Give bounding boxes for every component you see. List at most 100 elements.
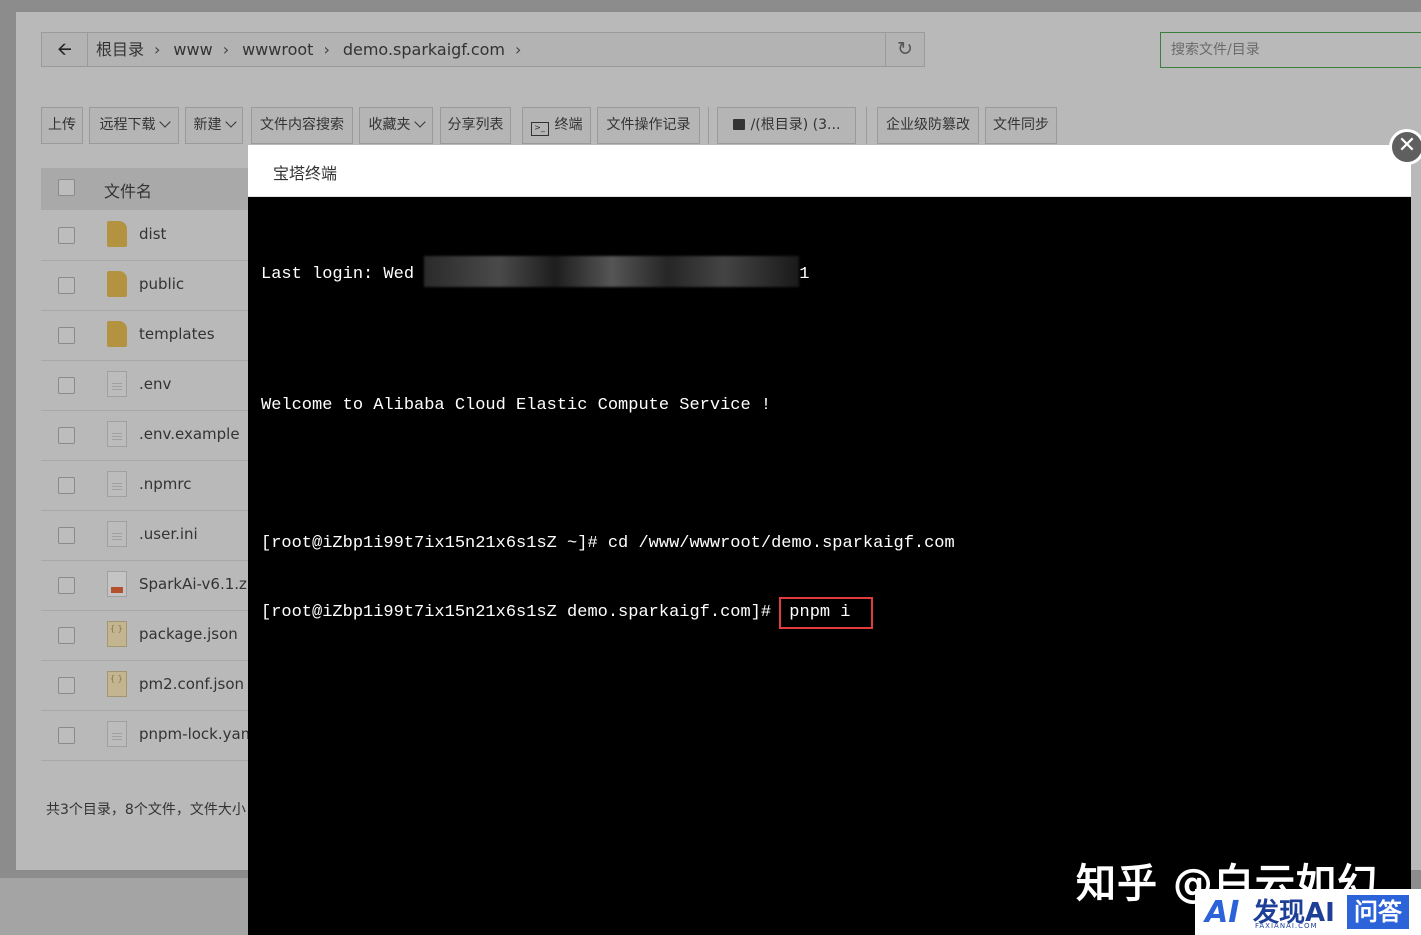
chevron-right-icon: ›	[515, 40, 522, 59]
refresh-button[interactable]: ↻	[885, 33, 924, 66]
row-checkbox[interactable]	[58, 677, 75, 694]
table-row[interactable]: pm2.conf.json	[41, 661, 248, 711]
search-input[interactable]: 搜索文件/目录	[1160, 32, 1421, 68]
terminal-line-login: Last login: Wed 1	[261, 256, 955, 287]
column-header-name[interactable]: 文件名	[104, 178, 152, 202]
table-row[interactable]: public	[41, 261, 248, 311]
login-suffix: 1	[799, 265, 810, 284]
folder-icon	[107, 221, 127, 247]
disk-icon	[732, 119, 745, 130]
highlighted-command: pnpm i	[779, 597, 873, 629]
content-search-button[interactable]: 文件内容搜索	[251, 107, 353, 144]
remote-download-button[interactable]: 远程下载	[89, 107, 179, 144]
row-checkbox[interactable]	[58, 477, 75, 494]
new-button[interactable]: 新建	[185, 107, 243, 144]
chevron-right-icon: ›	[154, 40, 161, 59]
remote-download-label: 远程下载	[99, 117, 156, 133]
row-checkbox[interactable]	[58, 377, 75, 394]
row-checkbox[interactable]	[58, 427, 75, 444]
chevron-down-icon	[224, 116, 237, 128]
file-icon	[107, 521, 127, 547]
file-name[interactable]: .env	[139, 375, 171, 393]
row-checkbox[interactable]	[58, 527, 75, 544]
content-search-label: 文件内容搜索	[260, 117, 344, 133]
badge-subtitle: FAXIANAI.COM	[1255, 922, 1318, 930]
terminal-prompt: [root@iZbp1i99t7ix15n21x6s1sZ demo.spark…	[261, 603, 782, 622]
table-row[interactable]: .env.example	[41, 411, 248, 461]
row-checkbox[interactable]	[58, 727, 75, 744]
directory-summary: 共3个目录，8个文件，文件大小	[46, 802, 246, 818]
table-row[interactable]: .npmrc	[41, 461, 248, 511]
file-sync-button[interactable]: 文件同步	[985, 107, 1057, 144]
tamper-proof-label: 企业级防篡改	[886, 117, 970, 133]
file-sync-label: 文件同步	[993, 117, 1049, 133]
file-name[interactable]: public	[139, 275, 184, 293]
file-name[interactable]: .user.ini	[139, 525, 198, 543]
upload-label: 上传	[48, 117, 76, 133]
file-name[interactable]: SparkAi-v6.1.zip	[139, 575, 261, 593]
arrow-left-icon: 🡨	[57, 39, 72, 60]
toolbar-divider	[866, 107, 867, 144]
breadcrumb-site[interactable]: demo.sparkaigf.com	[343, 33, 505, 66]
toolbar-divider	[708, 107, 709, 144]
select-all-checkbox[interactable]	[58, 179, 75, 196]
row-checkbox[interactable]	[58, 327, 75, 344]
row-checkbox[interactable]	[58, 277, 75, 294]
file-icon	[107, 421, 127, 447]
table-row[interactable]: .env	[41, 361, 248, 411]
ai-logo-icon: AI	[1205, 895, 1240, 930]
badge-ask: 问答	[1347, 895, 1409, 929]
table-row[interactable]: package.json	[41, 611, 248, 661]
upload-button[interactable]: 上传	[41, 107, 83, 144]
tamper-proof-button[interactable]: 企业级防篡改	[877, 107, 979, 144]
terminal-output[interactable]: Last login: Wed 1 Welcome to Alibaba Clo…	[261, 210, 955, 670]
row-checkbox[interactable]	[58, 577, 75, 594]
file-name[interactable]: .env.example	[139, 425, 240, 443]
breadcrumb-www[interactable]: www	[173, 33, 212, 66]
share-list-button[interactable]: 分享列表	[440, 107, 511, 144]
file-name[interactable]: pm2.conf.json	[139, 675, 244, 693]
chevron-right-icon: ›	[222, 40, 230, 59]
table-row[interactable]: pnpm-lock.yaml	[41, 711, 259, 761]
chevron-down-icon	[158, 116, 171, 128]
close-icon: ✕	[1397, 133, 1417, 158]
file-name[interactable]: .npmrc	[139, 475, 192, 493]
terminal-line-cmd1: [root@iZbp1i99t7ix15n21x6s1sZ ~]# cd /ww…	[261, 534, 955, 553]
chevron-right-icon: ›	[323, 40, 330, 59]
new-label: 新建	[193, 117, 222, 133]
chevron-down-icon	[413, 116, 426, 128]
terminal-dialog: 宝塔终端 Last login: Wed 1 Welcome to Alibab…	[248, 145, 1411, 935]
disk-button[interactable]: /(根目录) (3...	[717, 107, 856, 144]
dialog-title: 宝塔终端	[273, 164, 338, 183]
row-checkbox[interactable]	[58, 627, 75, 644]
file-name[interactable]: package.json	[139, 625, 238, 643]
back-button[interactable]: 🡨	[42, 33, 88, 66]
terminal-line-cmd2: [root@iZbp1i99t7ix15n21x6s1sZ demo.spark…	[261, 597, 955, 629]
file-name[interactable]: pnpm-lock.yaml	[139, 725, 259, 743]
folder-icon	[107, 321, 127, 347]
terminal-line-welcome: Welcome to Alibaba Cloud Elastic Compute…	[261, 396, 772, 415]
table-row[interactable]: SparkAi-v6.1.zip	[41, 561, 261, 611]
close-dialog-button[interactable]: ✕	[1389, 129, 1421, 165]
table-row[interactable]: templates	[41, 311, 248, 361]
table-row[interactable]: dist	[41, 211, 248, 261]
file-name[interactable]: dist	[139, 225, 166, 243]
refresh-icon: ↻	[897, 38, 913, 60]
file-log-button[interactable]: 文件操作记录	[597, 107, 700, 144]
disk-label: /(根目录) (3...	[750, 117, 841, 133]
table-row[interactable]: .user.ini	[41, 511, 248, 561]
file-icon	[107, 371, 127, 397]
favorites-button[interactable]: 收藏夹	[359, 107, 433, 144]
file-name[interactable]: templates	[139, 325, 215, 343]
file-log-label: 文件操作记录	[606, 117, 691, 133]
row-checkbox[interactable]	[58, 227, 75, 244]
page-bottom-strip	[0, 878, 248, 935]
breadcrumb-wwwroot[interactable]: wwwroot	[242, 33, 313, 66]
breadcrumb-root[interactable]: 根目录	[96, 33, 144, 66]
json-file-icon	[107, 671, 127, 697]
favorites-label: 收藏夹	[368, 117, 411, 133]
share-list-label: 分享列表	[447, 117, 504, 133]
terminal-button[interactable]: >_ 终端	[522, 107, 591, 144]
terminal-icon: >_	[530, 122, 549, 136]
